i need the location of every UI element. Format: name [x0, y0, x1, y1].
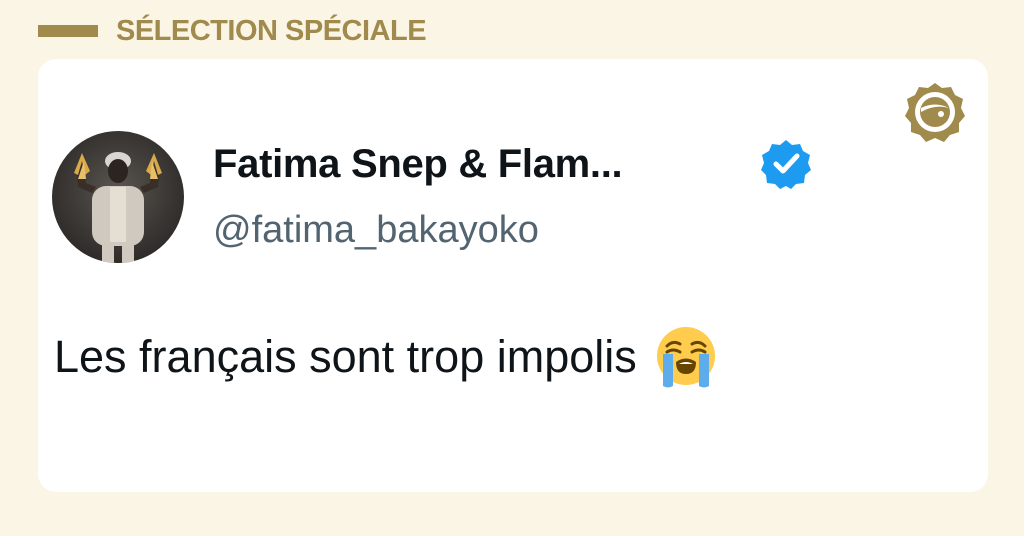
- author-handle[interactable]: @fatima_bakayoko: [213, 209, 539, 252]
- tweet-text-content: Les français sont trop impolis: [54, 331, 637, 382]
- avatar-photo: [52, 131, 184, 263]
- tweet-card[interactable]: Fatima Snep & Flam... @fatima_bakayoko L…: [38, 59, 988, 492]
- author-name[interactable]: Fatima Snep & Flam...: [213, 142, 623, 187]
- tweet-text: Les français sont trop impolis: [54, 324, 719, 390]
- verified-badge-icon: [761, 140, 811, 189]
- avatar[interactable]: [52, 131, 184, 263]
- loudly-crying-face-icon: [656, 327, 715, 388]
- section-accent-bar: [38, 25, 98, 37]
- section-title: SÉLECTION SPÉCIALE: [116, 14, 427, 47]
- brand-logo-icon: [905, 83, 965, 142]
- section-header: SÉLECTION SPÉCIALE: [38, 14, 427, 48]
